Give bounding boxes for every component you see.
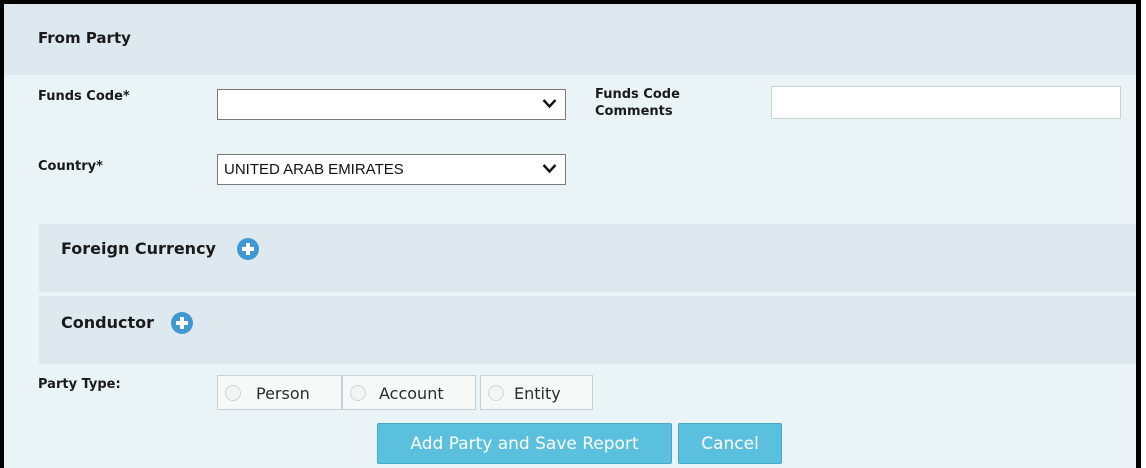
panel-header: From Party [4,4,1136,75]
chevron-down-icon [542,164,557,174]
funds-code-select[interactable] [217,89,566,120]
party-type-person-label: Person [256,384,310,403]
country-value: UNITED ARAB EMIRATES [224,161,404,178]
cancel-button[interactable]: Cancel [678,423,782,464]
expand-plus-icon[interactable] [171,312,193,334]
party-type-label: Party Type: [38,377,121,392]
party-type-account-option[interactable]: Account [342,375,476,410]
foreign-currency-title: Foreign Currency [61,239,216,258]
expand-plus-icon[interactable] [237,238,259,260]
funds-code-comments-label-line1: Funds Code [595,87,680,102]
country-label: Country* [38,159,103,174]
conductor-title: Conductor [61,313,154,332]
chevron-down-icon [542,99,557,109]
party-type-entity-label: Entity [514,384,561,403]
country-select[interactable]: UNITED ARAB EMIRATES [217,154,566,185]
conductor-section: Conductor [39,296,1136,364]
funds-code-comments-label: Funds Code Comments [595,86,680,120]
radio-button[interactable] [350,385,366,401]
funds-code-comments-input[interactable] [771,86,1121,119]
party-type-account-label: Account [379,384,444,403]
panel-title: From Party [38,29,131,47]
from-party-panel: From Party Funds Code* Funds Code Commen… [0,0,1141,468]
foreign-currency-section: Foreign Currency [39,224,1136,292]
funds-code-comments-label-line2: Comments [595,104,673,119]
radio-button[interactable] [488,385,504,401]
add-party-save-report-button[interactable]: Add Party and Save Report [377,423,672,464]
party-type-person-option[interactable]: Person [217,375,342,410]
funds-code-label: Funds Code* [38,89,130,104]
party-type-entity-option[interactable]: Entity [480,375,593,410]
radio-button[interactable] [225,385,241,401]
